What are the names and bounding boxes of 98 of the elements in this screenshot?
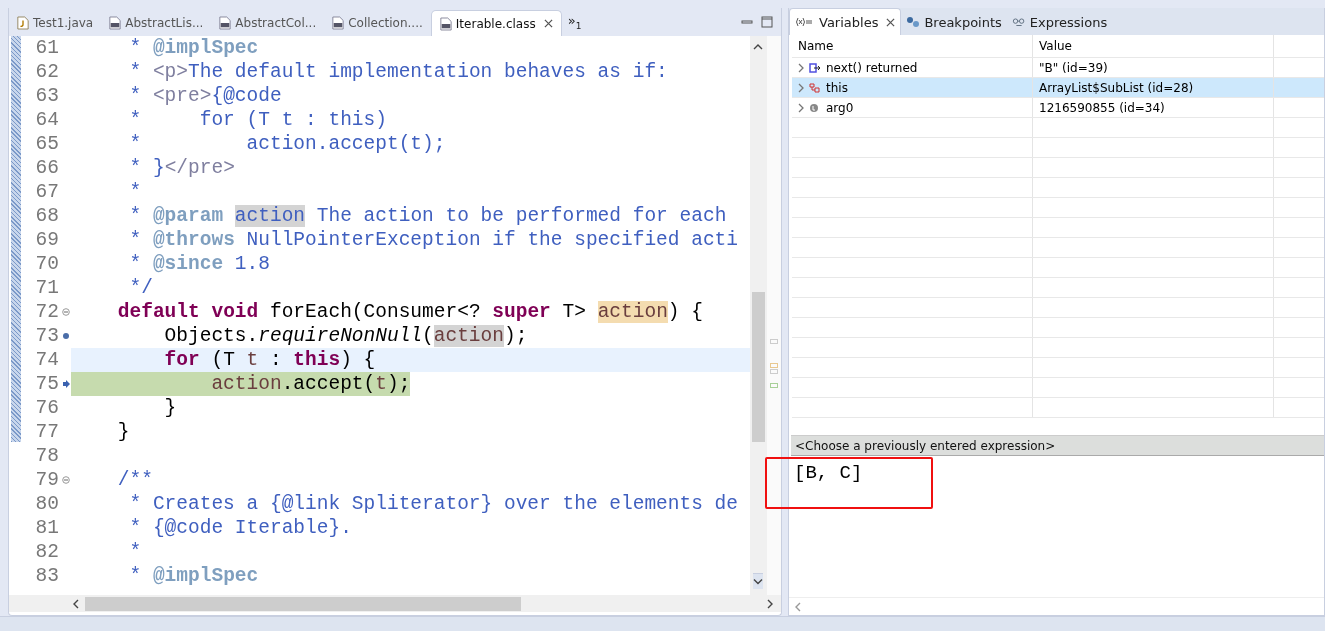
expand-icon[interactable] <box>798 82 804 93</box>
code-line: default void forEach(Consumer<? super T> action) { <box>116 300 703 324</box>
class-file-icon <box>109 16 122 30</box>
code-line: * {@code Iterable}. <box>128 516 352 540</box>
code-line: * for (T t : this) <box>128 108 387 132</box>
line-number: 77 <box>34 421 60 443</box>
variables-icon <box>795 17 815 27</box>
line-number: 63 <box>34 85 60 107</box>
variable-name: next() returned <box>826 60 918 75</box>
breakpoint-icon[interactable] <box>62 332 70 340</box>
code-line: * <box>128 180 142 204</box>
column-header[interactable]: Value <box>1039 39 1072 53</box>
line-number: 73 <box>34 325 60 347</box>
class-file-icon <box>332 16 345 30</box>
line-number: 65 <box>34 133 60 155</box>
collapse-icon[interactable] <box>62 476 70 484</box>
glasses-icon <box>1011 16 1026 28</box>
code-line: * <p>The default implementation behaves as if: <box>128 60 668 84</box>
line-number: 76 <box>34 397 60 419</box>
code-line: * @implSpec <box>128 564 259 588</box>
code-line: * }</pre> <box>128 156 235 180</box>
line-number: 62 <box>34 61 60 83</box>
scrollbar-thumb[interactable] <box>85 596 521 611</box>
line-number: 83 <box>34 565 60 587</box>
code-line: * <box>128 540 142 564</box>
vertical-scrollbar[interactable] <box>750 36 767 595</box>
line-number: 79 <box>34 469 60 491</box>
view-tab[interactable]: Breakpoints <box>901 9 1007 35</box>
tab-overflow-button[interactable]: »$_{1}$ <box>567 13 582 31</box>
line-number: 74 <box>34 349 60 371</box>
code-line: * action.accept(t); <box>128 132 446 156</box>
line-number: 71 <box>34 277 60 299</box>
scrollbar-thumb[interactable] <box>752 292 765 442</box>
object-icon <box>809 82 821 93</box>
variable-row[interactable]: arg0 1216590855 (id=34) <box>792 98 1324 118</box>
code-line: /** <box>116 468 153 492</box>
line-number: 82 <box>34 541 60 563</box>
line-number: 69 <box>34 229 60 251</box>
code-line: } <box>163 396 177 420</box>
class-file-icon <box>219 16 232 30</box>
code-line: */ <box>128 276 153 300</box>
line-number: 70 <box>34 253 60 275</box>
annotation-marker[interactable] <box>770 383 778 388</box>
instruction-pointer-icon <box>62 380 70 388</box>
line-number: 72 <box>34 301 60 323</box>
source-file-icon <box>17 16 29 30</box>
close-icon[interactable] <box>886 17 896 27</box>
variable-value: "B" (id=39) <box>1039 60 1108 75</box>
code-line: * @implSpec <box>128 36 259 60</box>
editor-tab[interactable]: AbstractCol... <box>211 10 325 36</box>
annotation-marker[interactable] <box>770 339 778 344</box>
return-value-icon <box>809 62 821 73</box>
annotation-marker[interactable] <box>770 363 778 368</box>
code-line: * @param action The action to be performed for each <box>128 204 727 228</box>
variable-row[interactable]: this ArrayList$SubList (id=28) <box>792 78 1324 98</box>
scroll-up-icon[interactable] <box>753 44 763 50</box>
horizontal-scrollbar[interactable] <box>9 595 781 612</box>
editor-tab[interactable]: AbstractLis... <box>101 10 212 36</box>
line-number: 78 <box>34 445 60 467</box>
line-number: 81 <box>34 517 60 539</box>
breakpoints-icon <box>906 16 921 28</box>
view-tab[interactable]: Expressions <box>1006 9 1113 35</box>
scroll-down-icon[interactable] <box>753 573 763 589</box>
editor-tab[interactable]: Collection.... <box>324 10 431 36</box>
line-number: 75 <box>34 373 60 395</box>
line-number: 80 <box>34 493 60 515</box>
expand-icon[interactable] <box>798 62 804 73</box>
maximize-icon[interactable] <box>761 16 773 28</box>
code-line: * Creates a {@link Spliterator} over the elements de <box>128 492 738 516</box>
line-number: 67 <box>34 181 60 203</box>
editor-tab[interactable]: Iterable.class <box>430 10 562 36</box>
code-line: Objects.requireNonNull(action); <box>163 324 528 348</box>
column-header[interactable]: Name <box>798 39 834 53</box>
variable-name: this <box>826 80 848 95</box>
local-variable-icon <box>809 102 821 113</box>
line-number: 61 <box>34 37 60 59</box>
line-number: 68 <box>34 205 60 227</box>
annotation-marker[interactable] <box>770 369 778 374</box>
code-line: * <pre>{@code <box>128 84 282 108</box>
code-line: * @since 1.8 <box>128 252 270 276</box>
collapse-icon[interactable] <box>62 308 70 316</box>
variable-value: ArrayList$SubList (id=28) <box>1039 80 1194 95</box>
variable-value: 1216590855 (id=34) <box>1039 100 1165 115</box>
expression-dropdown[interactable]: <Choose a previously entered expression> <box>791 435 1324 456</box>
scroll-right-icon[interactable] <box>767 598 773 609</box>
detail-value: [B, C] <box>794 462 863 484</box>
variable-name: arg0 <box>826 100 854 115</box>
editor-tab[interactable]: Test1.java <box>9 10 102 36</box>
code-line: * @throws NullPointerException if the specified acti <box>128 228 739 252</box>
view-tab[interactable]: Variables <box>789 8 902 35</box>
class-file-icon <box>439 16 452 31</box>
close-icon[interactable] <box>543 19 553 28</box>
line-number: 64 <box>34 109 60 131</box>
code-line: } <box>116 420 130 444</box>
scroll-left-icon[interactable] <box>73 598 79 609</box>
expand-icon[interactable] <box>798 102 804 113</box>
code-line: for (T t : this) { <box>163 348 376 372</box>
line-number: 66 <box>34 157 60 179</box>
